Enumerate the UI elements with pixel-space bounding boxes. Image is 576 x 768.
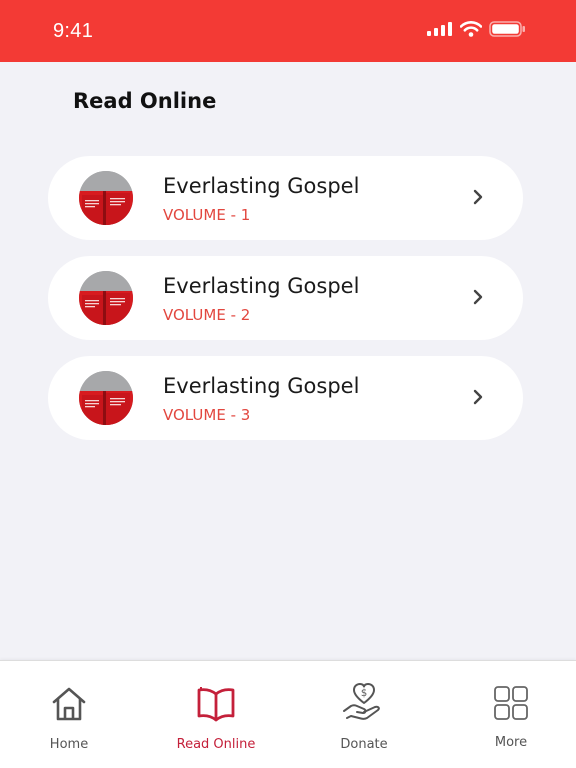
tab-label: Read Online (176, 737, 256, 752)
status-icons (427, 21, 526, 37)
book-volume: VOLUME - 1 (163, 206, 251, 224)
status-time: 9:41 (53, 20, 94, 42)
bottom-tab-bar: Home Read Online $ Donate More (0, 660, 576, 768)
book-list-item[interactable]: Everlasting Gospel VOLUME - 2 (48, 256, 523, 340)
book-cover-image (79, 171, 133, 225)
tab-donate[interactable]: $ Donate (309, 661, 419, 768)
book-list: Everlasting Gospel VOLUME - 1 Everlastin… (48, 156, 523, 456)
donate-hand-icon: $ (343, 683, 380, 720)
tab-label: Donate (340, 737, 388, 752)
book-list-item[interactable]: Everlasting Gospel VOLUME - 3 (48, 356, 523, 440)
tab-home[interactable]: Home (14, 661, 124, 768)
status-bar: 9:41 (0, 0, 576, 62)
battery-icon (489, 21, 525, 37)
home-icon (52, 687, 86, 721)
wifi-icon (460, 21, 482, 37)
book-list-item[interactable]: Everlasting Gospel VOLUME - 1 (48, 156, 523, 240)
book-title: Everlasting Gospel (163, 274, 360, 298)
signal-icon (427, 22, 452, 36)
book-cover-image (79, 371, 133, 425)
book-title: Everlasting Gospel (163, 374, 360, 398)
book-title: Everlasting Gospel (163, 174, 360, 198)
tab-read-online[interactable]: Read Online (161, 661, 271, 768)
tab-more[interactable]: More (456, 661, 566, 768)
chevron-right-icon (473, 289, 483, 305)
book-volume: VOLUME - 2 (163, 306, 251, 324)
chevron-right-icon (473, 189, 483, 205)
svg-text:$: $ (361, 688, 367, 699)
book-cover-image (79, 271, 133, 325)
open-book-icon (197, 687, 235, 722)
tab-label: Home (49, 737, 89, 752)
book-volume: VOLUME - 3 (163, 406, 251, 424)
page-title: Read Online (73, 89, 217, 113)
tab-label: More (494, 735, 528, 750)
chevron-right-icon (473, 389, 483, 405)
grid-icon (494, 686, 528, 720)
